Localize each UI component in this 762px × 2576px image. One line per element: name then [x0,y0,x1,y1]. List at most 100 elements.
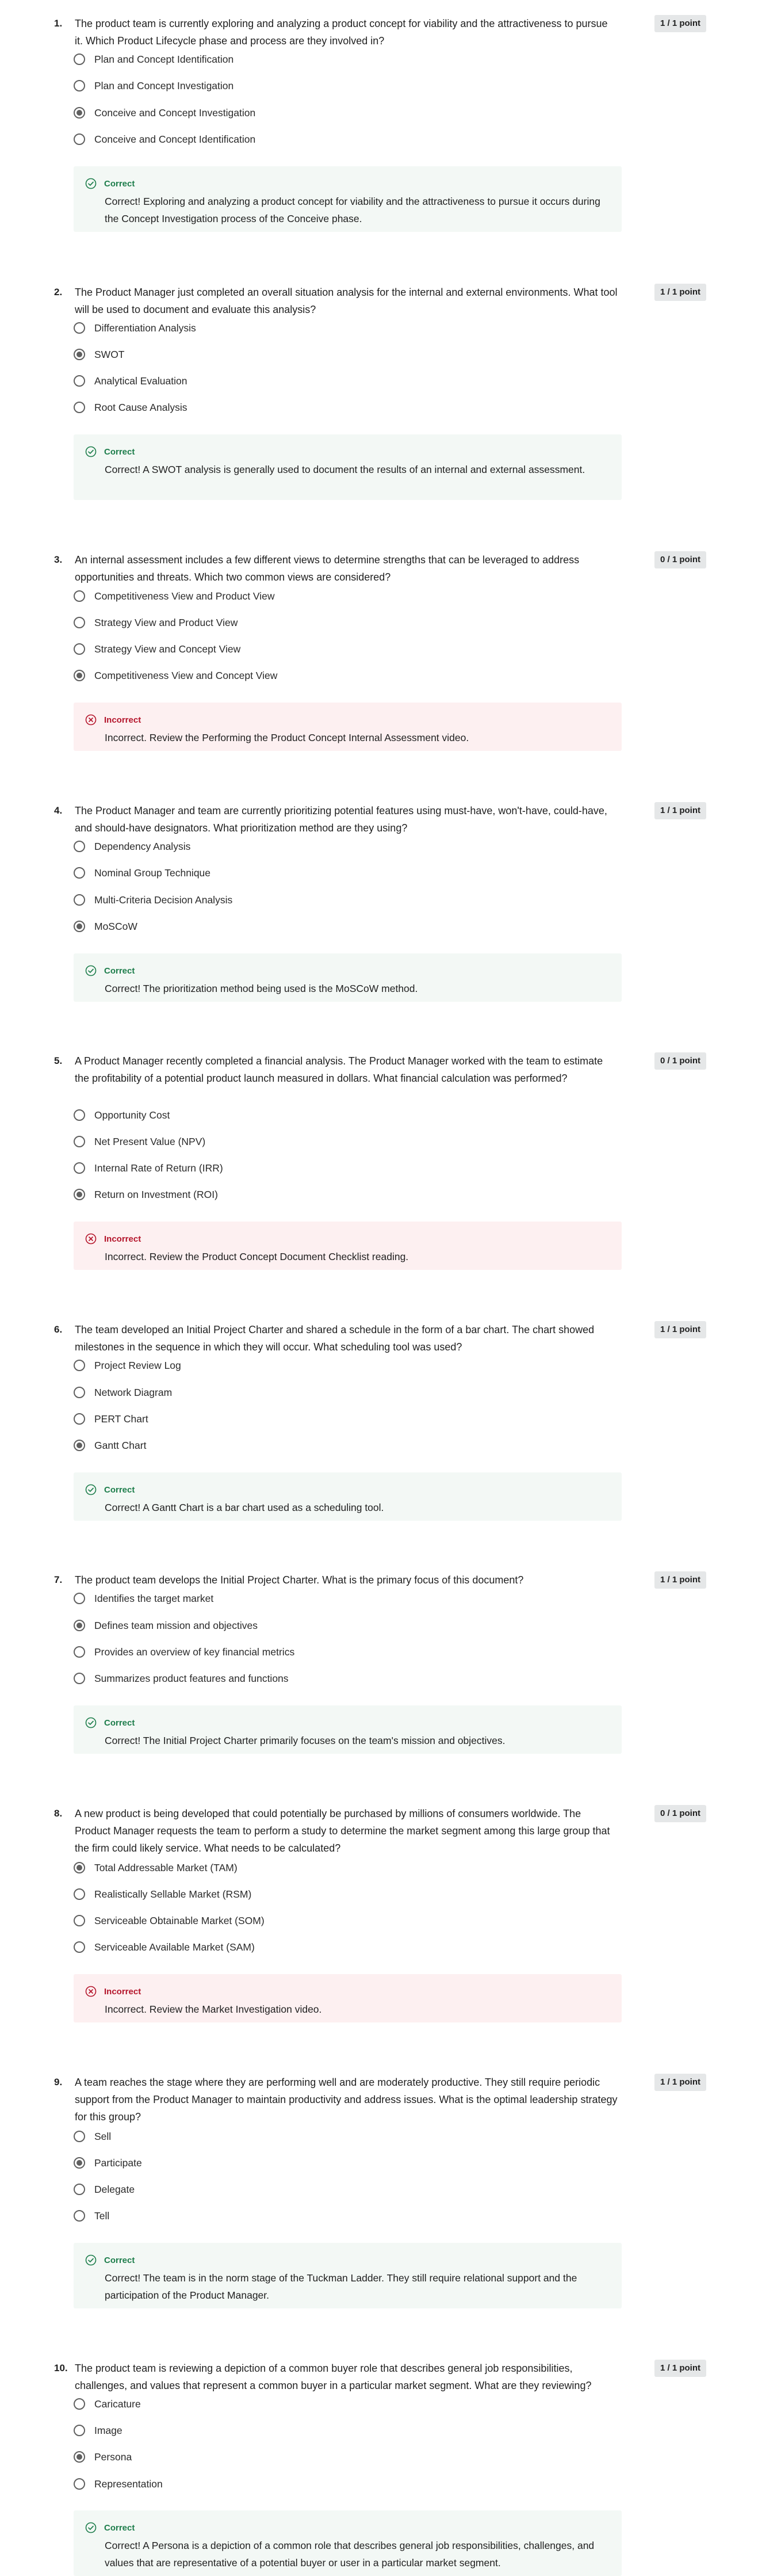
answer-option[interactable]: Dependency Analysis [74,837,190,856]
answer-option[interactable]: Total Addressable Market (TAM) [74,1858,238,1877]
question-number: 2. [54,287,63,297]
radio-button[interactable] [74,2157,85,2169]
radio-button[interactable] [74,1440,85,1451]
radio-button[interactable] [74,2131,85,2142]
radio-button[interactable] [74,1888,85,1900]
radio-button[interactable] [74,841,85,852]
answer-option-label: Sell [94,2130,112,2142]
answer-option[interactable]: Image [74,2421,122,2440]
answer-option[interactable]: Gantt Chart [74,1436,146,1455]
answer-option[interactable]: Serviceable Obtainable Market (SOM) [74,1911,265,1930]
answer-option[interactable]: Analytical Evaluation [74,372,187,390]
radio-button[interactable] [74,375,85,387]
radio-button[interactable] [74,402,85,413]
check-circle-icon [85,965,97,976]
answer-option[interactable]: Conceive and Concept Identification [74,130,255,148]
answer-option[interactable]: Sell [74,2127,111,2146]
question-text: The product team is reviewing a depictio… [75,2363,592,2391]
radio-button[interactable] [74,1360,85,1371]
answer-option[interactable]: Network Diagram [74,1383,172,1402]
answer-option[interactable]: Provides an overview of key financial me… [74,1643,294,1661]
radio-button[interactable] [74,322,85,334]
answer-option-label: Strategy View and Concept View [94,643,241,655]
answer-option[interactable]: Caricature [74,2395,141,2413]
answer-option[interactable]: Root Cause Analysis [74,398,187,417]
radio-button[interactable] [74,921,85,932]
answer-option[interactable]: Competitiveness View and Concept View [74,666,277,685]
answer-option[interactable]: Competitiveness View and Product View [74,587,275,605]
answer-option[interactable]: Serviceable Available Market (SAM) [74,1938,255,1956]
answer-option[interactable]: SWOT [74,345,125,364]
radio-button[interactable] [74,54,85,65]
radio-button[interactable] [74,670,85,681]
feedback-panel: Correct Correct! A Gantt Chart is a bar c… [74,1472,622,1521]
radio-button[interactable] [74,1620,85,1631]
radio-button[interactable] [74,2184,85,2195]
radio-button[interactable] [74,1413,85,1425]
radio-button[interactable] [74,894,85,906]
check-circle-icon [85,178,97,189]
feedback-panel: Incorrect Incorrect. Review the Market In… [74,1974,622,2022]
answer-option-label: Nominal Group Technique [94,867,211,879]
answer-option[interactable]: Realistically Sellable Market (RSM) [74,1885,251,1903]
answer-option[interactable]: Return on Investment (ROI) [74,1185,218,1204]
answer-option[interactable]: Differentiation Analysis [74,319,196,337]
answer-option[interactable]: Summarizes product features and function… [74,1669,289,1688]
radio-button[interactable] [74,2210,85,2222]
radio-button[interactable] [74,590,85,602]
question-text: A team reaches the stage where they are … [75,2077,618,2123]
answer-option[interactable]: Plan and Concept Investigation [74,77,233,95]
radio-button[interactable] [74,1915,85,1926]
answer-option[interactable]: Internal Rate of Return (IRR) [74,1159,223,1177]
radio-button[interactable] [74,107,85,119]
answer-option[interactable]: Tell [74,2207,109,2225]
feedback-panel: Correct Correct! A SWOT analysis is gener… [74,434,622,500]
answer-option[interactable]: Participate [74,2154,142,2172]
answer-option[interactable]: Nominal Group Technique [74,864,210,882]
answer-option[interactable]: Defines team mission and objectives [74,1616,258,1635]
question-text: The team developed an Initial Project Ch… [75,1324,595,1353]
answer-option[interactable]: Conceive and Concept Investigation [74,104,255,122]
feedback-text: Correct! Exploring and analyzing a produ… [105,196,600,224]
answer-option[interactable]: Persona [74,2448,132,2466]
radio-button[interactable] [74,2451,85,2463]
question-block: 10. The product team is reviewing a depic… [0,2360,762,2576]
answer-option[interactable]: Identifies the target market [74,1589,213,1608]
radio-button[interactable] [74,1109,85,1121]
answer-option-label: PERT Chart [94,1413,148,1425]
radio-button[interactable] [74,617,85,628]
answer-option[interactable]: Strategy View and Product View [74,613,238,632]
question-block: 4. The Product Manager and team are curre… [0,802,762,1002]
check-circle-icon [85,2522,97,2533]
radio-button[interactable] [74,1136,85,1147]
answer-option[interactable]: Multi-Criteria Decision Analysis [74,891,232,909]
radio-button[interactable] [74,1162,85,1174]
radio-button[interactable] [74,643,85,655]
answer-option-label: Conceive and Concept Identification [94,133,256,145]
radio-button[interactable] [74,1941,85,1953]
radio-button[interactable] [74,80,85,91]
radio-button[interactable] [74,2425,85,2436]
answer-option[interactable]: Representation [74,2475,163,2493]
answer-option[interactable]: MoSCoW [74,917,137,936]
answer-option[interactable]: Net Present Value (NPV) [74,1132,205,1151]
radio-button[interactable] [74,1646,85,1658]
answer-option[interactable]: Project Review Log [74,1356,181,1375]
radio-button[interactable] [74,133,85,145]
radio-button[interactable] [74,1593,85,1604]
answer-option[interactable]: Plan and Concept Identification [74,50,233,68]
radio-button[interactable] [74,2398,85,2410]
radio-button[interactable] [74,1387,85,1398]
radio-button[interactable] [74,1673,85,1684]
radio-button[interactable] [74,349,85,360]
radio-button[interactable] [74,1862,85,1873]
answer-option[interactable]: Delegate [74,2180,135,2199]
radio-button[interactable] [74,2478,85,2490]
answer-option[interactable]: PERT Chart [74,1410,148,1428]
radio-button[interactable] [74,867,85,879]
feedback-status: Correct [104,2255,135,2265]
answer-option[interactable]: Opportunity Cost [74,1106,170,1124]
radio-button[interactable] [74,1189,85,1200]
answer-option[interactable]: Strategy View and Concept View [74,640,240,658]
question-text: A new product is being developed that co… [75,1808,610,1854]
